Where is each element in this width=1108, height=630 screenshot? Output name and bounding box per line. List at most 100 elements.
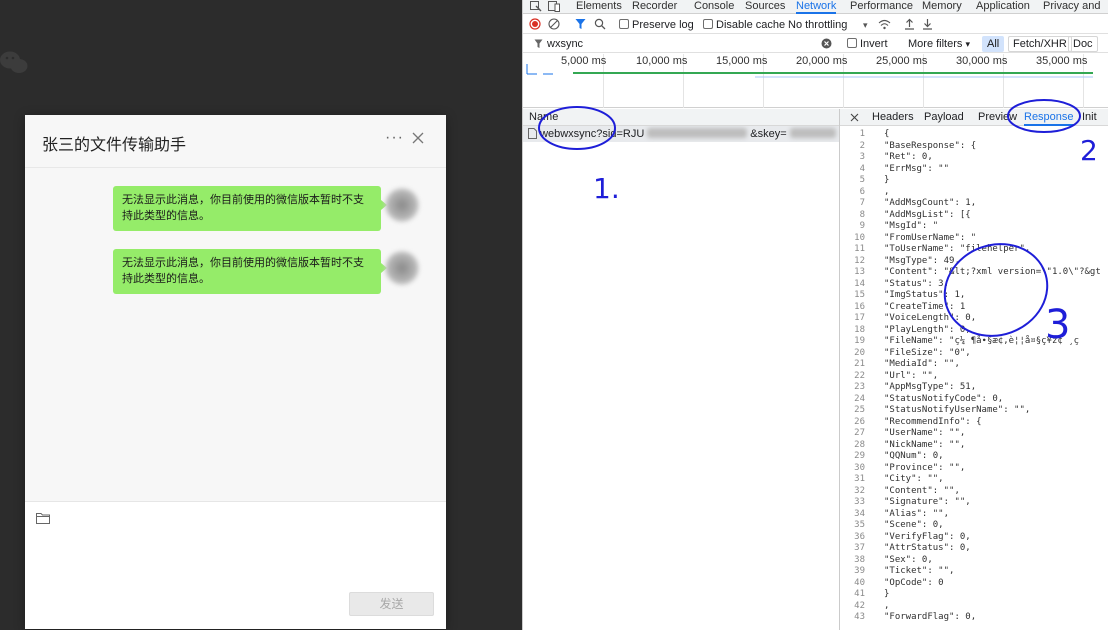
- invert-checkbox[interactable]: Invert: [847, 37, 888, 51]
- line-number: 31: [854, 474, 865, 484]
- response-line: 3 "Ret": 0,: [840, 152, 1108, 164]
- tab-network[interactable]: Network: [796, 0, 837, 14]
- line-number: 1: [859, 129, 865, 139]
- more-filters-dropdown[interactable]: More filters ▾: [908, 37, 970, 51]
- network-timeline-overview[interactable]: 5,000 ms 10,000 ms 15,000 ms 20,000 ms 2…: [523, 54, 1108, 108]
- line-number: 16: [854, 301, 865, 312]
- line-content: {: [884, 129, 890, 139]
- response-line: 27 "UserName": "",: [840, 428, 1108, 440]
- tab-sources[interactable]: Sources: [745, 0, 785, 14]
- tab-performance[interactable]: Performance: [850, 0, 913, 14]
- response-line: 41}: [840, 589, 1108, 601]
- response-line: 2 "BaseResponse": {: [840, 141, 1108, 153]
- tab-privacy[interactable]: Privacy and: [1043, 0, 1100, 14]
- response-line: 8 "AddMsgList": [{: [840, 210, 1108, 222]
- line-number: 5: [859, 175, 865, 185]
- response-line: 13 "Content": "&lt;?xml version=\"1.0\"?&…: [840, 267, 1108, 279]
- filter-type-all[interactable]: All: [982, 36, 1005, 52]
- line-content: "MsgType": 49,: [884, 255, 960, 266]
- response-line: 39 "Ticket": "",: [840, 566, 1108, 578]
- line-content: "Signature": "",: [884, 497, 971, 507]
- invert-label: Invert: [860, 38, 888, 50]
- line-number: 34: [854, 508, 865, 519]
- disable-cache-checkbox[interactable]: Disable cache: [703, 18, 785, 32]
- avatar[interactable]: [385, 251, 419, 285]
- filter-type-doc[interactable]: Doc: [1068, 36, 1098, 52]
- message-bubble[interactable]: 无法显示此消息，你目前使用的微信版本暂时不支持此类型的信息。: [113, 186, 387, 231]
- filter-input[interactable]: [547, 37, 687, 51]
- line-content: }: [884, 589, 890, 599]
- request-row[interactable]: webwxsync?sid=RJU &skey=: [523, 126, 839, 142]
- line-number: 9: [859, 221, 865, 231]
- line-number: 32: [854, 485, 865, 496]
- line-content: "CreateTime": 1: [884, 301, 966, 312]
- device-toolbar-icon[interactable]: [548, 1, 560, 12]
- download-icon[interactable]: [922, 18, 933, 30]
- line-number: 6: [859, 186, 865, 197]
- tab-application[interactable]: Application: [976, 0, 1030, 14]
- search-icon[interactable]: [594, 18, 606, 30]
- filter-funnel-icon: [534, 39, 543, 48]
- line-content: "ImgStatus": 1,: [884, 290, 966, 300]
- more-options-button[interactable]: ···: [385, 129, 404, 147]
- line-content: "Ret": 0,: [884, 152, 933, 162]
- network-toolbar: Preserve log Disable cache No throttling…: [523, 15, 1108, 34]
- tab-preview[interactable]: Preview: [978, 109, 1017, 126]
- avatar[interactable]: [385, 188, 419, 222]
- close-icon[interactable]: [850, 113, 859, 122]
- response-body[interactable]: 1{2 "BaseResponse": {3 "Ret": 0, 4 "ErrMsg":…: [840, 129, 1108, 630]
- clear-icon[interactable]: [548, 18, 560, 30]
- tab-console[interactable]: Console: [694, 0, 734, 14]
- redacted-value: [647, 128, 748, 138]
- upload-icon[interactable]: [904, 18, 915, 30]
- line-content: }: [884, 175, 890, 185]
- line-content: "Content": "",: [884, 485, 960, 496]
- line-number: 26: [854, 416, 865, 427]
- line-number: 3: [859, 152, 865, 162]
- filter-icon[interactable]: [575, 18, 586, 30]
- line-content: ,: [884, 186, 890, 197]
- tab-response[interactable]: Response: [1024, 109, 1074, 126]
- clear-filter-icon[interactable]: [821, 38, 832, 49]
- line-number: 13: [854, 267, 865, 277]
- response-line: 28 "NickName": "",: [840, 440, 1108, 452]
- line-number: 23: [854, 382, 865, 392]
- tab-payload[interactable]: Payload: [924, 109, 964, 126]
- response-line: 1{: [840, 129, 1108, 141]
- chevron-down-icon[interactable]: ▾: [863, 18, 868, 32]
- tab-recorder[interactable]: Recorder: [632, 0, 677, 14]
- tab-memory[interactable]: Memory: [922, 0, 962, 14]
- line-number: 41: [854, 589, 865, 599]
- throttling-select[interactable]: No throttling: [788, 18, 847, 32]
- send-button[interactable]: 发送: [349, 592, 434, 616]
- close-icon[interactable]: [411, 131, 425, 145]
- record-icon[interactable]: [529, 18, 541, 30]
- line-content: "AddMsgList": [{: [884, 209, 971, 220]
- line-content: "Url": "",: [884, 370, 939, 381]
- line-content: "AttrStatus": 0,: [884, 543, 971, 553]
- line-content: "FileSize": "0",: [884, 347, 971, 358]
- folder-icon[interactable]: [36, 512, 50, 524]
- file-transfer-dialog: 张三的文件传输助手 ··· 无法显示此消息，你目前使用的微信版本暂时不支持此类型…: [25, 115, 446, 629]
- message-input-area[interactable]: 发送: [25, 501, 446, 629]
- response-line: 33 "Signature": "",: [840, 497, 1108, 509]
- response-line: 36 "VerifyFlag": 0,: [840, 532, 1108, 544]
- line-number: 42: [854, 600, 865, 611]
- request-name-skey: &skey=: [750, 128, 787, 140]
- line-content: "UserName": "",: [884, 428, 966, 438]
- message-bubble[interactable]: 无法显示此消息，你目前使用的微信版本暂时不支持此类型的信息。: [113, 249, 387, 294]
- preserve-log-checkbox[interactable]: Preserve log: [619, 18, 694, 32]
- wifi-conditions-icon[interactable]: [878, 18, 891, 30]
- tab-initiator[interactable]: Init: [1082, 109, 1097, 126]
- line-content: "Content": "&lt;?xml version=\"1.0\"?&gt: [884, 267, 1101, 277]
- response-line: 32 "Content": "",: [840, 486, 1108, 498]
- desktop-background: 张三的文件传输助手 ··· 无法显示此消息，你目前使用的微信版本暂时不支持此类型…: [0, 0, 522, 630]
- inspect-element-icon[interactable]: [530, 1, 542, 12]
- name-column-header[interactable]: Name: [523, 109, 839, 126]
- response-line: 23 "AppMsgType": 51,: [840, 382, 1108, 394]
- filter-type-fetch-xhr[interactable]: Fetch/XHR: [1008, 36, 1072, 52]
- response-line: 26 "RecommendInfo": {: [840, 417, 1108, 429]
- tab-elements[interactable]: Elements: [576, 0, 622, 14]
- tab-headers[interactable]: Headers: [872, 109, 914, 126]
- line-number: 29: [854, 451, 865, 461]
